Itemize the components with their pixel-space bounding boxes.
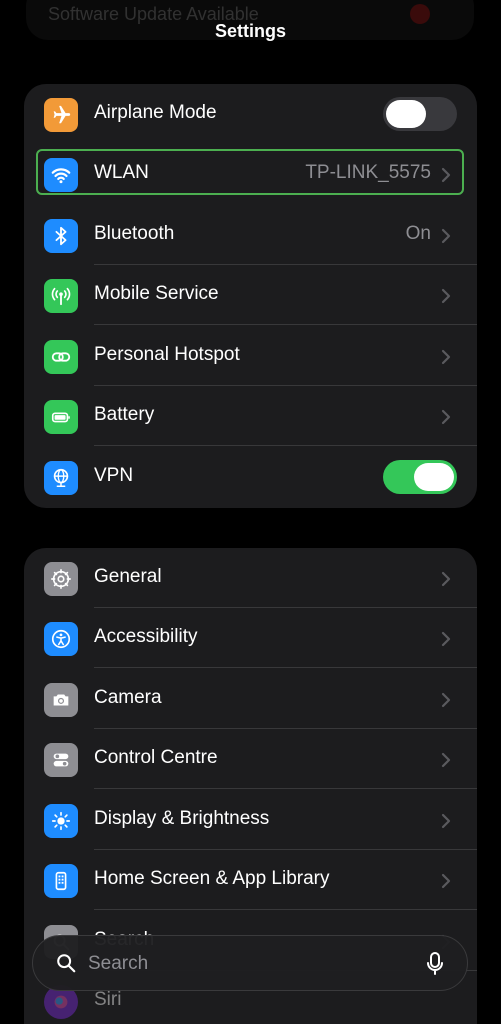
gear-icon — [44, 562, 78, 596]
row-accessibility[interactable]: Accessibility — [24, 608, 477, 668]
row-value: On — [405, 223, 431, 244]
switches-icon — [44, 743, 78, 777]
row-home-screen[interactable]: Home Screen & App Library — [24, 850, 477, 910]
row-label: WLAN — [94, 162, 149, 183]
row-label: Camera — [94, 687, 162, 708]
row-label: Bluetooth — [94, 223, 175, 244]
row-camera[interactable]: Camera — [24, 669, 477, 729]
accessibility-icon — [44, 622, 78, 656]
chevron-right-icon — [441, 692, 451, 708]
chevron-right-icon — [441, 349, 451, 365]
row-battery[interactable]: Battery — [24, 386, 477, 446]
row-label: General — [94, 566, 162, 587]
wifi-icon — [44, 158, 78, 192]
row-label: VPN — [94, 465, 134, 486]
globe-icon — [44, 461, 78, 495]
search-icon — [57, 954, 76, 973]
row-bluetooth[interactable]: Bluetooth On — [24, 205, 477, 265]
row-label: Personal Hotspot — [94, 344, 240, 365]
row-label: Home Screen & App Library — [94, 868, 330, 889]
divider — [94, 788, 477, 789]
search-bar[interactable]: Search — [32, 935, 468, 991]
row-vpn[interactable]: VPN — [24, 447, 477, 507]
airplane-icon — [44, 98, 78, 132]
chevron-right-icon — [441, 571, 451, 587]
row-airplane-mode[interactable]: Airplane Mode — [24, 84, 477, 144]
row-label: Airplane Mode — [94, 102, 217, 123]
row-display-brightness[interactable]: Display & Brightness — [24, 790, 477, 850]
settings-screen: Software Update Available Settings Airpl… — [0, 0, 501, 1024]
page-title: Settings — [214, 21, 286, 41]
vpn-toggle[interactable] — [383, 460, 457, 494]
row-label: Control Centre — [94, 747, 218, 768]
row-label: Accessibility — [94, 626, 198, 647]
row-label: Battery — [94, 404, 155, 425]
phone-grid-icon — [44, 864, 78, 898]
chevron-right-icon — [441, 228, 451, 244]
airplane-mode-toggle[interactable] — [383, 97, 457, 131]
toggle-knob — [414, 463, 454, 491]
chevron-right-icon — [441, 873, 451, 889]
microphone-icon[interactable] — [425, 951, 445, 977]
row-label: Mobile Service — [94, 283, 219, 304]
sun-icon — [44, 804, 78, 838]
divider — [94, 324, 477, 325]
chevron-right-icon — [441, 409, 451, 425]
link-icon — [44, 340, 78, 374]
toggle-knob — [386, 100, 426, 128]
row-general[interactable]: General — [24, 548, 477, 608]
row-value: TP-LINK_5575 — [305, 162, 431, 183]
antenna-icon — [44, 279, 78, 313]
row-label: Siri — [94, 989, 122, 1010]
chevron-right-icon — [441, 631, 451, 647]
row-label: Display & Brightness — [94, 808, 270, 829]
connectivity-group: Airplane Mode WLAN TP-LINK_5575 Bluetoot… — [24, 84, 477, 508]
row-personal-hotspot[interactable]: Personal Hotspot — [24, 326, 477, 386]
chevron-right-icon — [441, 813, 451, 829]
divider — [94, 445, 477, 446]
battery-icon — [44, 400, 78, 434]
row-control-centre[interactable]: Control Centre — [24, 729, 477, 789]
chevron-right-icon — [441, 167, 451, 183]
search-input[interactable]: Search — [88, 953, 148, 975]
row-wlan[interactable]: WLAN TP-LINK_5575 — [24, 144, 477, 204]
bluetooth-icon — [44, 219, 78, 253]
chevron-right-icon — [441, 752, 451, 768]
divider — [94, 909, 477, 910]
divider — [94, 667, 477, 668]
row-mobile-service[interactable]: Mobile Service — [24, 265, 477, 325]
chevron-right-icon — [441, 288, 451, 304]
camera-icon — [44, 683, 78, 717]
